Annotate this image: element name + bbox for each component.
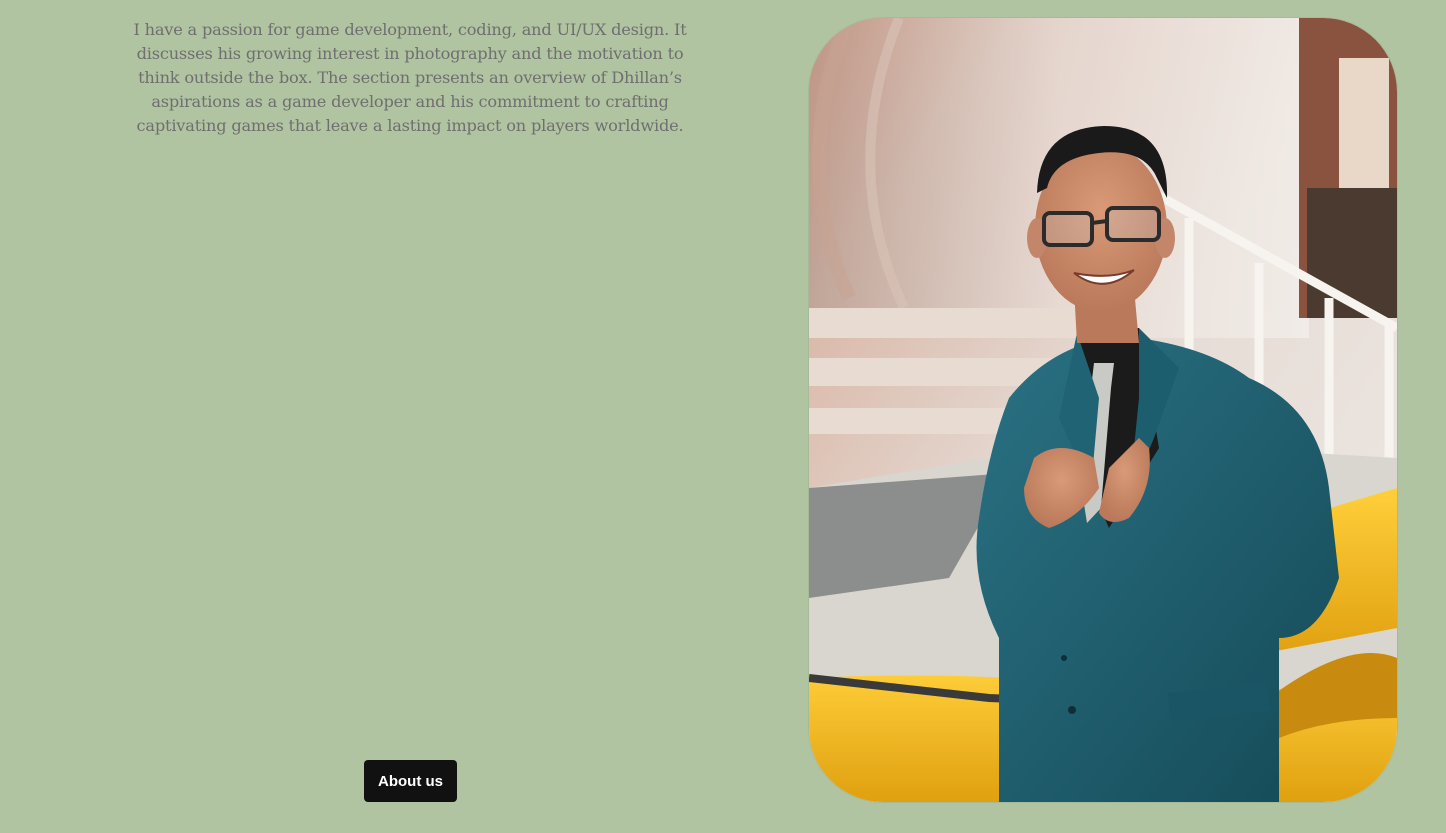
about-us-button[interactable]: About us (364, 760, 457, 802)
portrait-photo-icon (809, 18, 1397, 802)
about-description: I have a passion for game development, c… (133, 20, 687, 135)
profile-photo (809, 18, 1397, 802)
about-section: I have a passion for game development, c… (0, 0, 1446, 833)
